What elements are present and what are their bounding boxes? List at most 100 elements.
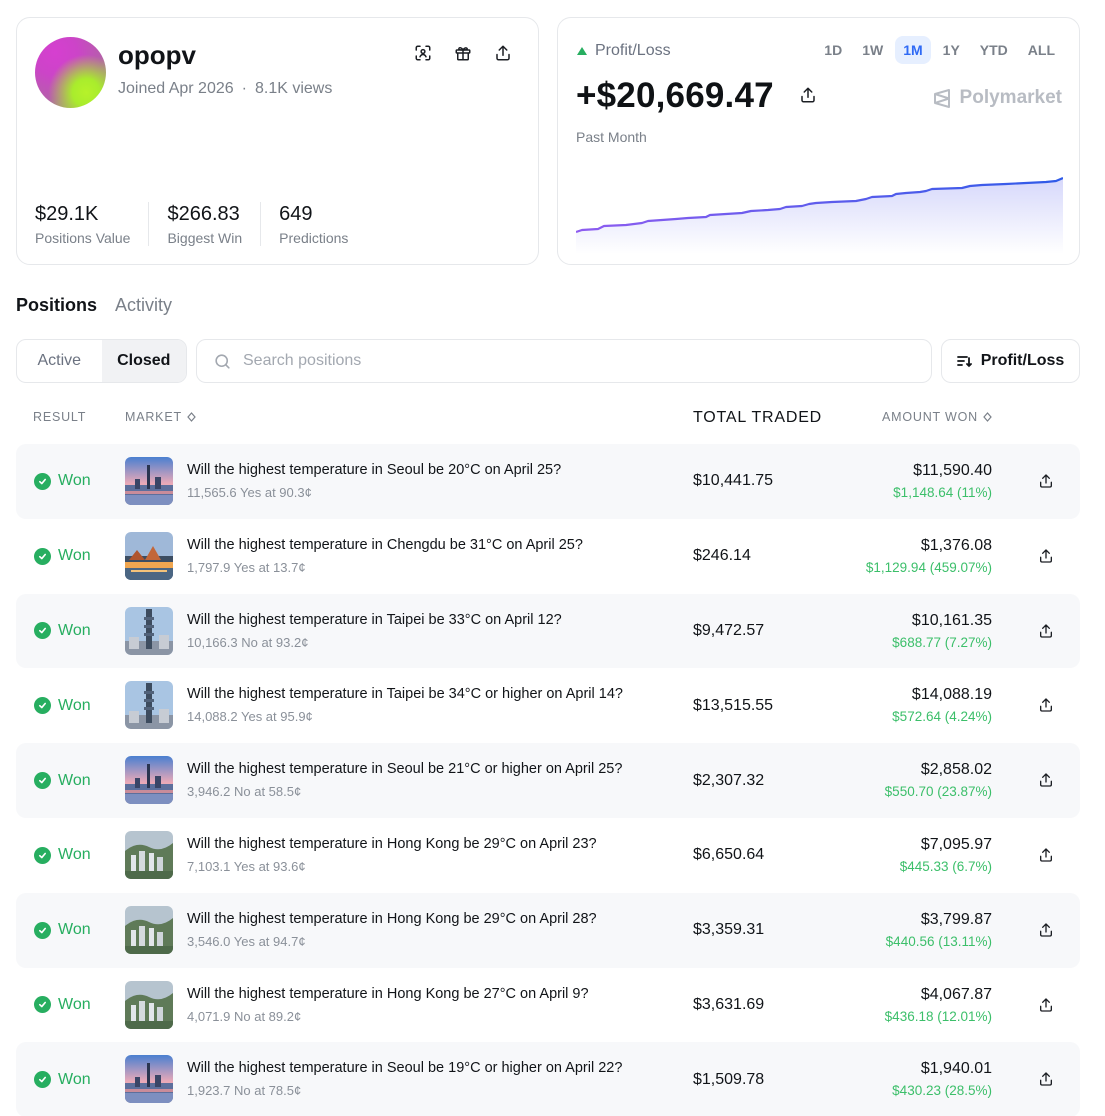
market-title[interactable]: Will the highest temperature in Seoul be… xyxy=(187,761,622,777)
share-icon[interactable] xyxy=(1038,847,1054,863)
positions-table: Won Will the highest temperature in Seoul… xyxy=(16,444,1080,1116)
sort-icon xyxy=(956,356,972,368)
market-title[interactable]: Will the highest temperature in Hong Kon… xyxy=(187,911,597,927)
check-circle-icon xyxy=(34,996,51,1014)
market-thumbnail xyxy=(125,531,173,580)
share-icon[interactable] xyxy=(799,86,817,104)
share-icon[interactable] xyxy=(1038,997,1054,1013)
share-icon[interactable] xyxy=(1038,623,1054,639)
avatar[interactable] xyxy=(35,37,106,108)
amount-won: $1,940.01 xyxy=(920,1060,992,1078)
result-cell: Won xyxy=(34,893,91,968)
check-circle-icon xyxy=(34,472,51,490)
result-cell: Won xyxy=(34,444,91,519)
market-position-detail: 1,797.9 Yes at 13.7¢ xyxy=(187,559,306,575)
share-icon[interactable] xyxy=(1038,548,1054,564)
range-1y[interactable]: 1Y xyxy=(935,36,968,64)
result-cell: Won xyxy=(34,743,91,818)
brand-name: Polymarket xyxy=(959,87,1062,108)
share-icon[interactable] xyxy=(1038,1071,1054,1087)
gift-icon[interactable] xyxy=(454,44,472,62)
result-label: Won xyxy=(58,995,91,1013)
total-traded: $2,307.32 xyxy=(693,771,765,789)
stat-value: $266.83 xyxy=(167,203,240,225)
search-icon xyxy=(215,353,230,369)
status-toggle: Active Closed xyxy=(16,339,187,383)
amount-won: $3,799.87 xyxy=(920,910,992,928)
table-row[interactable]: Won Will the highest temperature in Seoul… xyxy=(16,1042,1080,1116)
sort-diamond-icon xyxy=(983,412,992,422)
header-traded-label: TOTAL TRADED xyxy=(693,409,823,426)
share-icon[interactable] xyxy=(1038,473,1054,489)
table-row[interactable]: Won Will the highest temperature in Hong … xyxy=(16,892,1080,968)
stat-biggest-win: $266.83 Biggest Win xyxy=(167,202,262,246)
pnl-label: Profit/Loss xyxy=(577,42,671,60)
header-result: RESULT xyxy=(33,410,86,424)
share-icon[interactable] xyxy=(1038,772,1054,788)
pnl-value: +$20,669.47 xyxy=(576,76,774,115)
market-title[interactable]: Will the highest temperature in Taipei b… xyxy=(187,686,623,702)
profit-gain: $1,148.64 (11%) xyxy=(893,485,992,500)
market-title[interactable]: Will the highest temperature in Seoul be… xyxy=(187,462,561,478)
profit-gain: $1,129.94 (459.07%) xyxy=(865,559,992,575)
header-market-label: MARKET xyxy=(125,410,182,424)
scan-icon[interactable] xyxy=(414,44,432,62)
toggle-closed[interactable]: Closed xyxy=(101,340,186,382)
market-position-detail: 11,565.6 Yes at 90.3¢ xyxy=(187,485,312,500)
amount-won: $1,376.08 xyxy=(920,536,992,554)
market-title[interactable]: Will the highest temperature in Chengdu … xyxy=(187,537,583,553)
range-1d[interactable]: 1D xyxy=(816,36,850,64)
joined-date: Joined Apr 2026 xyxy=(118,80,234,97)
market-thumbnail xyxy=(125,905,173,954)
header-market[interactable]: MARKET xyxy=(125,410,196,424)
range-all[interactable]: ALL xyxy=(1020,36,1063,64)
range-ytd[interactable]: YTD xyxy=(972,36,1016,64)
range-1w[interactable]: 1W xyxy=(854,36,891,64)
total-traded: $6,650.64 xyxy=(693,846,765,864)
table-row[interactable]: Won Will the highest temperature in Taipe… xyxy=(16,668,1080,743)
result-cell: Won xyxy=(34,594,91,669)
result-cell: Won xyxy=(34,818,91,893)
brand: Polymarket xyxy=(932,87,1062,109)
market-title[interactable]: Will the highest temperature in Taipei b… xyxy=(187,612,562,628)
share-icon[interactable] xyxy=(494,44,512,62)
market-title[interactable]: Will the highest temperature in Hong Kon… xyxy=(187,836,597,852)
table-row[interactable]: Won Will the highest temperature in Hong … xyxy=(16,818,1080,893)
result-label: Won xyxy=(58,846,91,864)
search-input[interactable] xyxy=(243,352,843,370)
stat-value: $29.1K xyxy=(35,203,99,225)
table-row[interactable]: Won Will the highest temperature in Cheng… xyxy=(16,519,1080,594)
table-row[interactable]: Won Will the highest temperature in Hong … xyxy=(16,968,1080,1043)
table-row[interactable]: Won Will the highest temperature in Seoul… xyxy=(16,743,1080,818)
market-position-detail: 7,103.1 Yes at 93.6¢ xyxy=(187,858,306,874)
check-circle-icon xyxy=(34,1071,51,1089)
stat-predictions: 649 Predictions xyxy=(279,202,366,246)
market-position-detail: 3,546.0 Yes at 94.7¢ xyxy=(187,933,306,949)
table-row[interactable]: Won Will the highest temperature in Seoul… xyxy=(16,444,1080,519)
tab-positions[interactable]: Positions xyxy=(16,295,97,316)
sort-button[interactable]: Profit/Loss xyxy=(941,339,1080,383)
header-won-label: AMOUNT WON xyxy=(882,410,978,424)
tab-activity[interactable]: Activity xyxy=(115,295,172,316)
market-title[interactable]: Will the highest temperature in Seoul be… xyxy=(187,1060,622,1076)
result-label: Won xyxy=(58,547,91,565)
table-row[interactable]: Won Will the highest temperature in Taipe… xyxy=(16,593,1080,669)
result-cell: Won xyxy=(34,968,91,1043)
toggle-active[interactable]: Active xyxy=(17,340,102,382)
result-label: Won xyxy=(58,472,91,490)
total-traded: $13,515.55 xyxy=(693,696,774,714)
market-position-detail: 3,946.2 No at 58.5¢ xyxy=(187,784,302,800)
pnl-card: Profit/Loss 1D 1W 1M 1Y YTD ALL +$20,669… xyxy=(557,17,1080,265)
total-traded: $3,631.69 xyxy=(693,995,765,1013)
header-won[interactable]: AMOUNT WON xyxy=(882,410,992,424)
range-1m[interactable]: 1M xyxy=(895,36,931,64)
profile-stats: $29.1K Positions Value $266.83 Biggest W… xyxy=(35,202,384,246)
market-title[interactable]: Will the highest temperature in Hong Kon… xyxy=(187,986,589,1002)
market-position-detail: 1,923.7 No at 78.5¢ xyxy=(187,1083,302,1099)
result-cell: Won xyxy=(34,1042,91,1116)
profit-gain: $445.33 (6.7%) xyxy=(899,858,992,874)
share-icon[interactable] xyxy=(1038,922,1054,938)
share-icon[interactable] xyxy=(1038,697,1054,713)
profit-gain: $572.64 (4.24%) xyxy=(892,709,992,725)
amount-won: $4,067.87 xyxy=(920,985,992,1003)
